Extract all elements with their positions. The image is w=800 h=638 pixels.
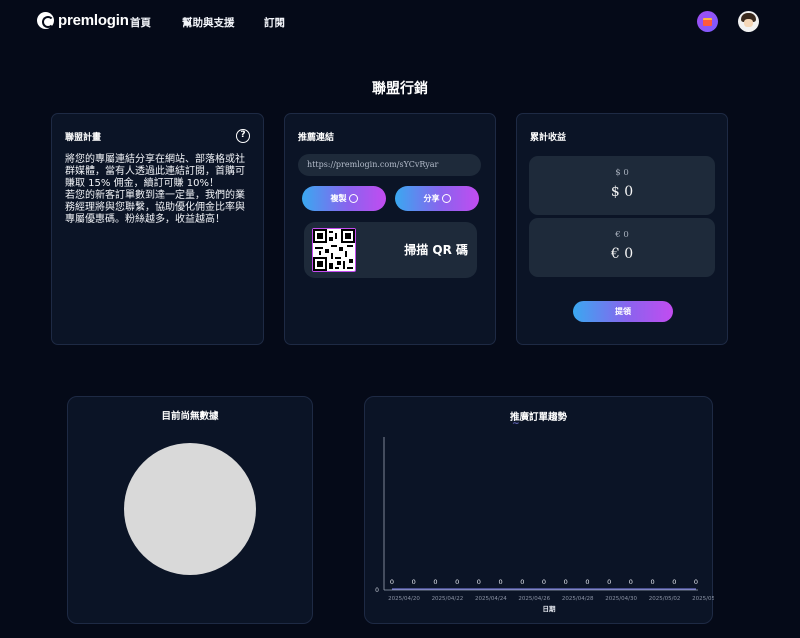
data-label: 0 xyxy=(520,578,524,586)
top-nav: premlogin 首頁 幫助與支援 訂閱 xyxy=(0,0,800,44)
eur-big-value: € 0 xyxy=(610,246,634,262)
earnings-card: 累計收益 $ 0 $ 0 € 0 € 0 提領 xyxy=(516,113,728,345)
data-label: 0 xyxy=(694,578,698,586)
x-tick-label: 2025/04/22 xyxy=(432,596,464,602)
nav-link-help[interactable]: 幫助與支援 xyxy=(182,15,235,30)
help-icon[interactable]: ? xyxy=(236,129,250,143)
earnings-title: 累計收益 xyxy=(530,133,567,143)
data-label: 0 xyxy=(672,578,676,586)
avatar-face xyxy=(744,19,753,27)
nav-link-subscribe[interactable]: 訂閱 xyxy=(264,15,285,30)
qr-code-icon xyxy=(312,228,356,272)
data-label: 0 xyxy=(542,578,546,586)
usd-big-value: $ 0 xyxy=(610,184,634,200)
data-label: 0 xyxy=(390,578,394,586)
qr-code-panel[interactable]: 掃描 QR 碼 xyxy=(304,222,477,278)
empty-pie-placeholder xyxy=(124,443,256,575)
data-label: 0 xyxy=(607,578,611,586)
plan-title: 聯盟計畫 xyxy=(65,133,102,143)
eur-earnings-box: € 0 € 0 xyxy=(529,218,715,277)
withdraw-button[interactable]: 提領 xyxy=(573,301,673,322)
page-title: 聯盟行銷 xyxy=(372,81,428,97)
share-button[interactable]: 分享 xyxy=(395,186,479,211)
trend-chart-card: 推廣訂單趨勢 ~ 0 0 0 0 0 0 0 0 0 0 0 0 0 0 0 0 2025/04/20 2025/… xyxy=(364,396,714,624)
gift-box-shape xyxy=(703,17,712,26)
qr-label: 掃描 QR 碼 xyxy=(404,243,468,257)
x-tick-label: 2025/04/30 xyxy=(605,596,637,602)
logo-text: premlogin xyxy=(58,12,129,29)
data-label: 0 xyxy=(455,578,459,586)
x-tick-label: 2025/05/04 xyxy=(692,596,714,602)
referral-link-card: 推薦連結 https://premlogin.com/sYCvRyar 複製 分… xyxy=(284,113,496,345)
x-tick-label: 2025/04/20 xyxy=(388,596,420,602)
gift-icon[interactable] xyxy=(697,11,718,32)
withdraw-label: 提領 xyxy=(615,307,631,316)
data-label: 0 xyxy=(651,578,655,586)
plan-paragraph-2: 若您的新客訂單數到達一定量，我們的業務經理將與您聯繫，協助優化佣金比率與專屬優惠… xyxy=(65,190,245,225)
data-label: 0 xyxy=(629,578,633,586)
data-label: 0 xyxy=(433,578,437,586)
share-label: 分享 xyxy=(423,194,440,203)
data-label: 0 xyxy=(499,578,503,586)
nav-link-home[interactable]: 首頁 xyxy=(130,15,151,30)
data-label: 0 xyxy=(564,578,568,586)
logo[interactable]: premlogin xyxy=(37,12,129,29)
plan-paragraph-1: 將您的專屬連結分享在網站、部落格或社群媒體，當有人透過此連結訂閱，首購可賺取 1… xyxy=(65,154,245,189)
share-icon xyxy=(441,194,451,203)
referral-link-field[interactable]: https://premlogin.com/sYCvRyar xyxy=(298,154,481,176)
pie-chart-card: 目前尚無數據 xyxy=(67,396,313,624)
logo-icon xyxy=(37,12,54,29)
copy-label: 複製 xyxy=(330,194,347,203)
qr-code-graphic xyxy=(313,229,355,271)
x-axis-label: 日期 xyxy=(543,604,557,613)
affiliate-plan-card: 聯盟計畫 ? 將您的專屬連結分享在網站、部落格或社群媒體，當有人透過此連結訂閱，… xyxy=(51,113,264,345)
x-tick-label: 2025/05/02 xyxy=(649,596,681,602)
data-label: 0 xyxy=(477,578,481,586)
copy-icon xyxy=(348,194,358,203)
avatar[interactable] xyxy=(738,11,759,32)
x-tick-label: 2025/04/26 xyxy=(518,596,550,602)
y-tick-label: 0 xyxy=(375,587,379,594)
referral-title: 推薦連結 xyxy=(298,133,335,143)
x-tick-label: 2025/04/24 xyxy=(475,596,507,602)
trend-chart-svg: 0 0 0 0 0 0 0 0 0 0 0 0 0 0 0 0 2025/04/20 2025/04/22 2025… xyxy=(375,437,714,613)
usd-earnings-box: $ 0 $ 0 xyxy=(529,156,715,215)
copy-button[interactable]: 複製 xyxy=(302,186,386,211)
data-label: 0 xyxy=(585,578,589,586)
data-label: 0 xyxy=(412,578,416,586)
usd-small-value: $ 0 xyxy=(615,168,629,178)
x-tick-label: 2025/04/28 xyxy=(562,596,594,602)
eur-small-value: € 0 xyxy=(615,230,629,240)
pie-chart-title: 目前尚無數據 xyxy=(161,411,219,422)
